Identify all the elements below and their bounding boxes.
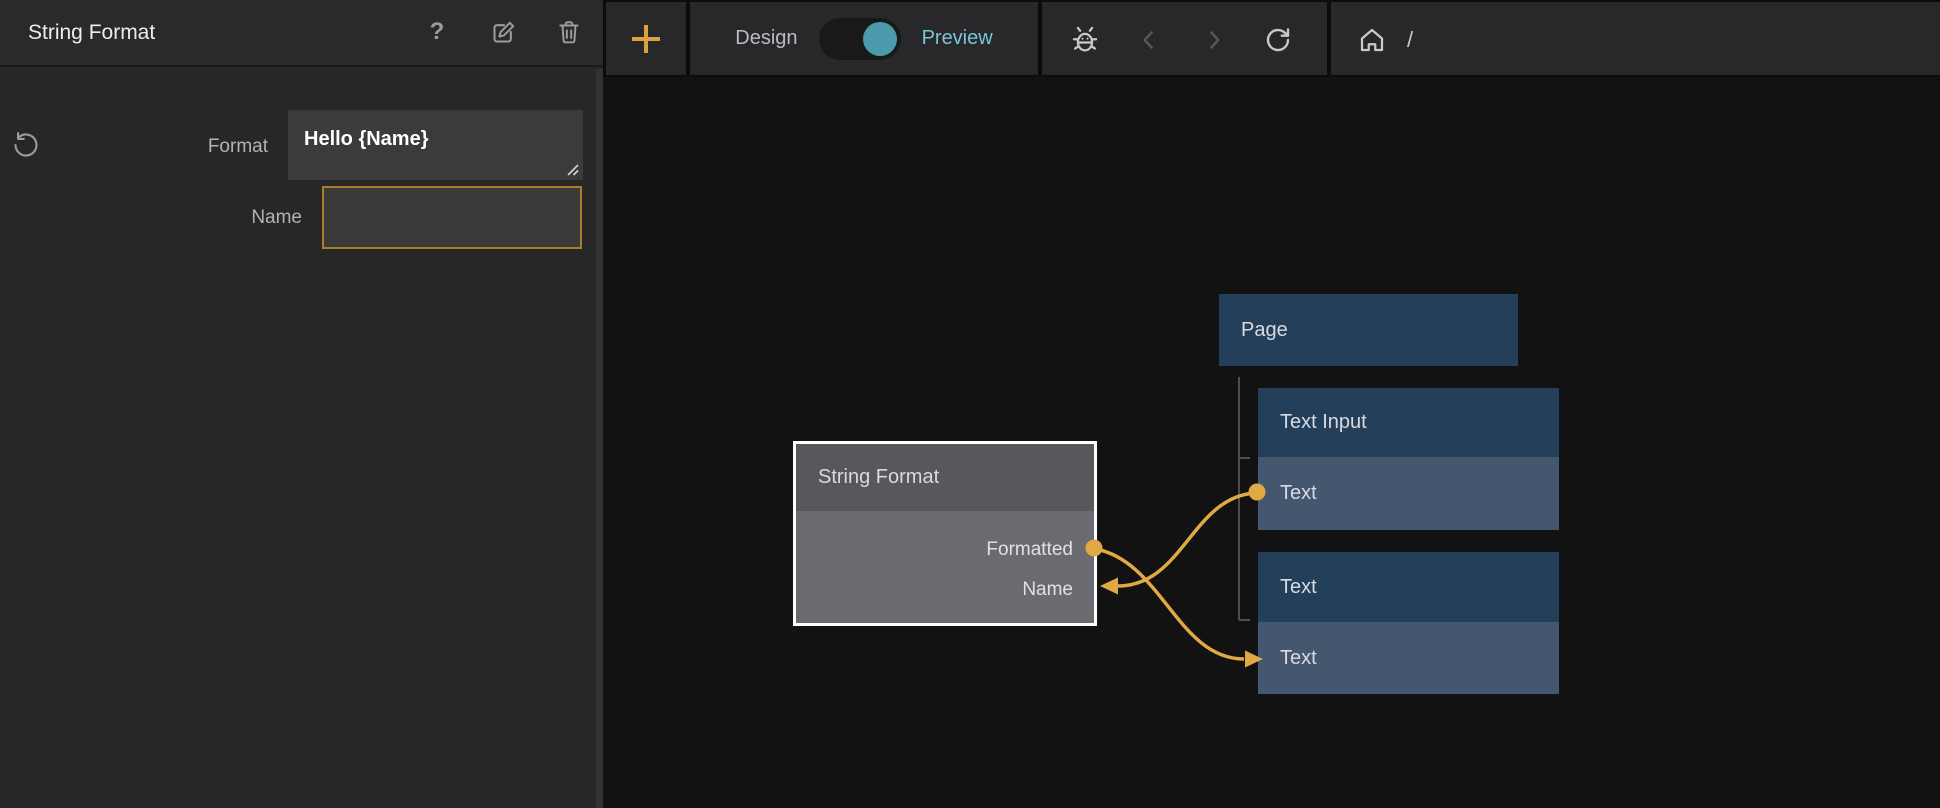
name-field-label: Name <box>162 207 302 229</box>
name-field-input[interactable] <box>322 186 582 249</box>
plus-icon <box>628 21 664 57</box>
node-text[interactable]: Text Text <box>1258 552 1559 694</box>
navigate-forward-button[interactable] <box>1195 21 1233 59</box>
breadcrumb-root[interactable]: / <box>1407 2 1413 77</box>
node-title: Text Input <box>1258 411 1367 434</box>
delete-node-button[interactable] <box>550 13 588 51</box>
port-label: Text <box>1258 482 1317 505</box>
edit-icon <box>490 19 517 46</box>
node-port-row-text[interactable]: Text <box>1258 622 1559 694</box>
properties-panel-header: String Format ? <box>0 0 603 67</box>
design-mode-label[interactable]: Design <box>735 27 797 50</box>
preview-mode-label[interactable]: Preview <box>922 27 993 50</box>
output-port-formatted[interactable]: Formatted <box>986 530 1073 570</box>
node-port-row-text[interactable]: Text <box>1258 457 1559 530</box>
design-preview-toggle[interactable] <box>819 18 901 60</box>
help-button[interactable]: ? <box>418 13 456 51</box>
home-icon <box>1357 25 1387 55</box>
top-toolbar: Design Preview <box>603 0 1940 77</box>
format-field-textarea[interactable]: Hello {Name} <box>288 110 583 180</box>
navigate-back-button[interactable] <box>1130 21 1168 59</box>
input-port-name[interactable]: Name <box>1022 570 1073 610</box>
toolbar-mode-section: Design Preview <box>690 2 1038 75</box>
chevron-left-icon <box>1136 27 1162 53</box>
port-label: Text <box>1258 647 1317 670</box>
reload-button[interactable] <box>1259 21 1297 59</box>
help-icon: ? <box>430 18 445 46</box>
home-button[interactable] <box>1353 21 1391 59</box>
edit-node-button[interactable] <box>484 13 522 51</box>
toggle-knob[interactable] <box>863 22 897 56</box>
app-root: Page Text Input Text Text Text String Fo… <box>0 0 1940 808</box>
reset-properties-button[interactable] <box>11 131 41 161</box>
properties-panel: String Format ? Format <box>0 0 603 808</box>
chevron-right-icon <box>1201 27 1227 53</box>
trash-icon <box>556 19 582 45</box>
node-page[interactable]: Page <box>1219 294 1518 366</box>
panel-title: String Format <box>28 0 155 65</box>
node-header[interactable]: String Format <box>796 444 1094 511</box>
node-title: Text <box>1258 576 1317 599</box>
node-header[interactable]: Text <box>1258 552 1559 622</box>
reset-rotate-ccw-icon <box>12 131 40 159</box>
format-field-label: Format <box>128 136 268 158</box>
debug-button[interactable] <box>1066 21 1104 59</box>
add-node-button[interactable] <box>628 21 664 57</box>
bug-icon <box>1068 23 1102 57</box>
node-text-input[interactable]: Text Input Text <box>1258 388 1559 530</box>
sidebar-scrollbar[interactable] <box>596 69 603 808</box>
toolbar-add-section <box>606 2 686 75</box>
node-header[interactable]: Text Input <box>1258 388 1559 457</box>
toolbar-breadcrumb-section: / <box>1331 2 1940 75</box>
node-string-format-selected[interactable]: String Format Formatted Name <box>793 441 1097 626</box>
node-title: Page <box>1219 319 1288 342</box>
toolbar-nav-section <box>1042 2 1327 75</box>
node-title: String Format <box>796 466 939 489</box>
reload-icon <box>1263 25 1293 55</box>
